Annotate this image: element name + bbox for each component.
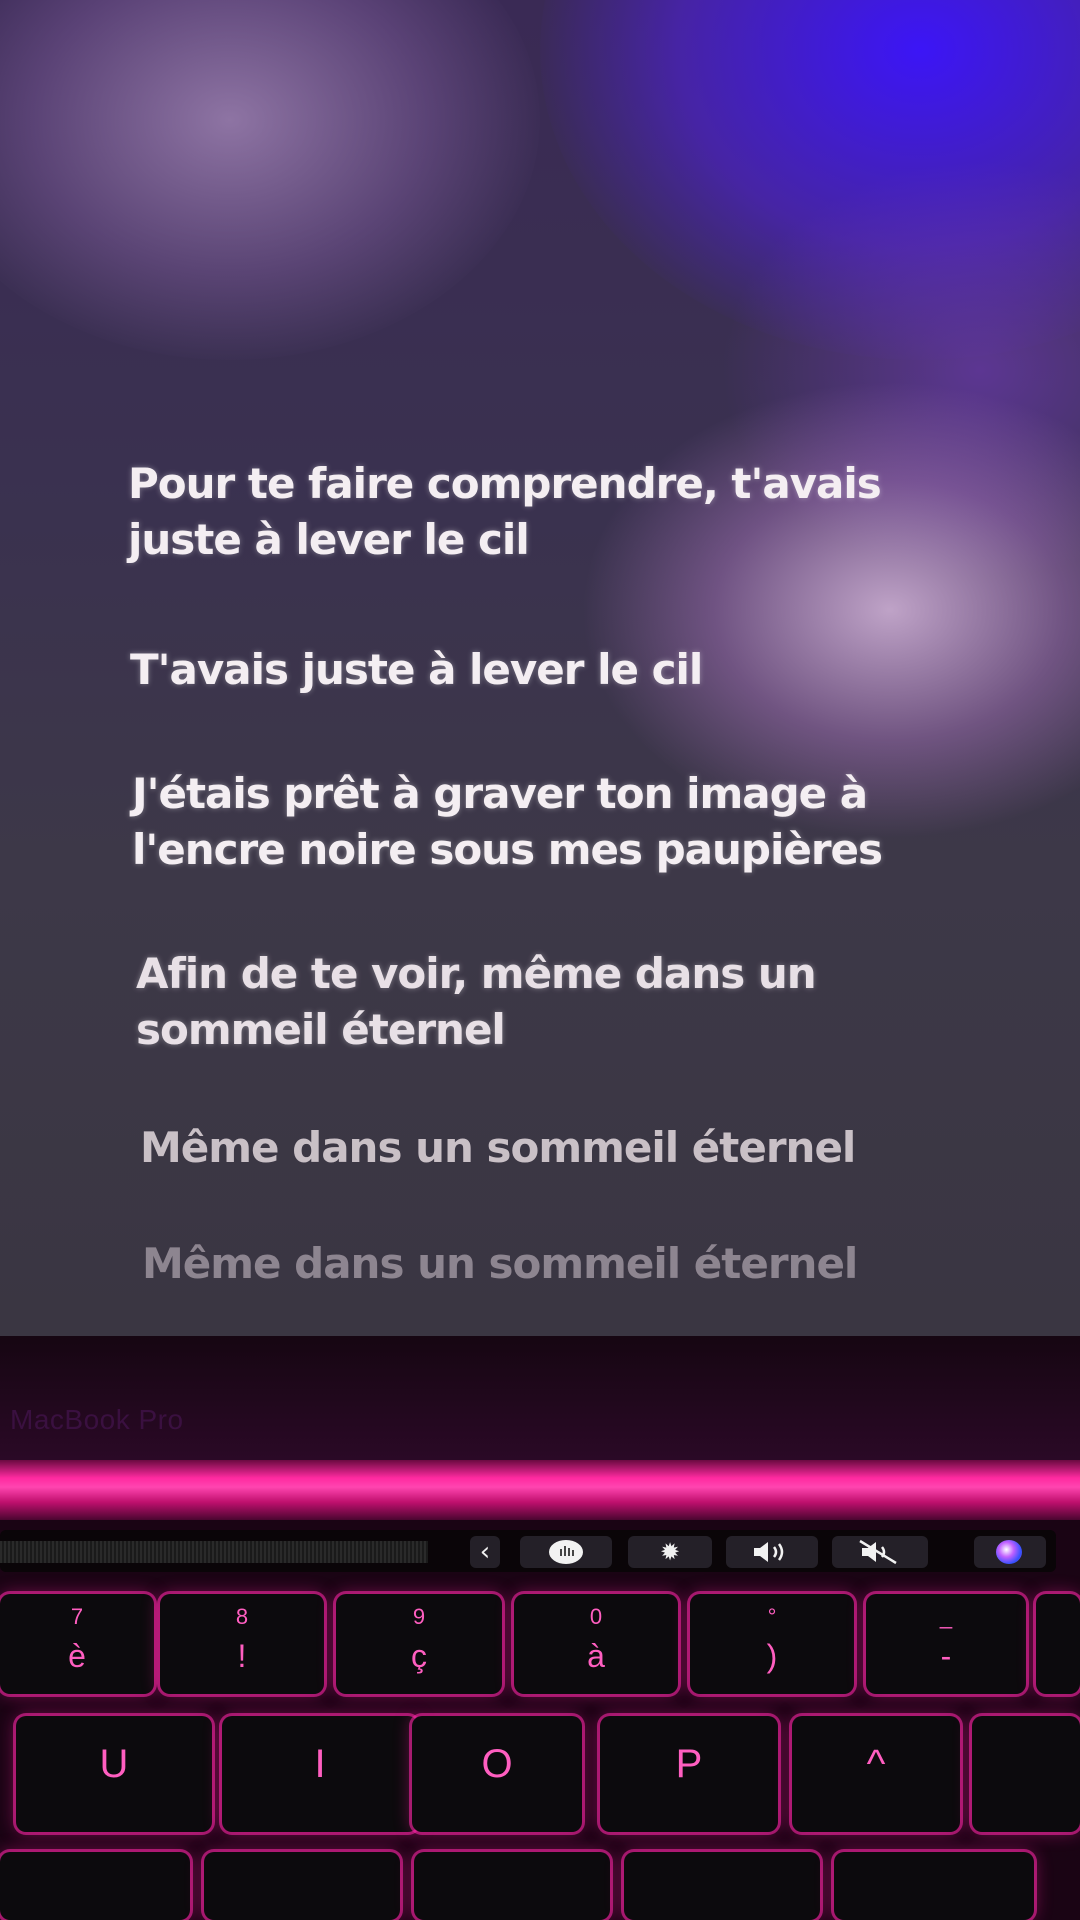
key-l[interactable] bbox=[414, 1852, 610, 1920]
key-equals[interactable] bbox=[1036, 1594, 1080, 1694]
mute-icon bbox=[859, 1539, 897, 1565]
key-minus[interactable]: _ - bbox=[866, 1594, 1026, 1694]
key-i[interactable]: I bbox=[222, 1716, 418, 1832]
key-k[interactable] bbox=[204, 1852, 400, 1920]
lyric-line[interactable]: Même dans un sommeil éternel bbox=[140, 1120, 856, 1176]
touch-bar-volume-button[interactable] bbox=[726, 1536, 818, 1568]
lyric-line[interactable]: T'avais juste à lever le cil bbox=[130, 642, 703, 698]
touch-bar-siri-orb-button[interactable] bbox=[974, 1536, 1046, 1568]
lyrics-view: Pour te faire comprendre, t'avais juste … bbox=[0, 0, 1080, 1336]
lyric-line[interactable]: Afin de te voir, même dans un sommeil ét… bbox=[136, 946, 817, 1058]
key-o[interactable]: O bbox=[412, 1716, 582, 1832]
touch-bar-brightness-button[interactable]: ✹ bbox=[628, 1536, 712, 1568]
volume-icon bbox=[754, 1542, 784, 1562]
key-percent[interactable] bbox=[834, 1852, 1034, 1920]
key-p[interactable]: P bbox=[600, 1716, 778, 1832]
lyric-line-current[interactable]: J'étais prêt à graver ton image à l'encr… bbox=[132, 766, 883, 878]
touch-bar-back-button[interactable]: ‹ bbox=[470, 1536, 500, 1568]
key-9[interactable]: 9 ç bbox=[336, 1594, 502, 1694]
laptop-screen: Pour te faire comprendre, t'avais juste … bbox=[0, 0, 1080, 1336]
laptop-brand-label: MacBook Pro bbox=[10, 1404, 184, 1435]
lyric-line[interactable]: Même dans un sommeil éternel bbox=[142, 1236, 858, 1292]
siri-orb-icon bbox=[996, 1540, 1022, 1564]
key-8[interactable]: 8 ! bbox=[160, 1594, 324, 1694]
lyric-line[interactable]: Pour te faire comprendre, t'avais juste … bbox=[128, 456, 882, 568]
siri-icon bbox=[549, 1540, 583, 1564]
key-m[interactable] bbox=[624, 1852, 820, 1920]
screen-bezel bbox=[0, 1336, 1080, 1460]
key-j[interactable] bbox=[0, 1852, 190, 1920]
chevron-left-icon: ‹ bbox=[479, 1537, 491, 1567]
brightness-icon: ✹ bbox=[659, 1538, 681, 1566]
key-7[interactable]: 7 è bbox=[0, 1594, 154, 1694]
touch-bar-siri-button[interactable] bbox=[520, 1536, 612, 1568]
key-dollar[interactable] bbox=[972, 1716, 1080, 1832]
key-0[interactable]: 0 à bbox=[514, 1594, 678, 1694]
laptop-hinge bbox=[0, 1460, 1080, 1520]
touch-bar-mute-button[interactable] bbox=[832, 1536, 928, 1568]
key-u[interactable]: U bbox=[16, 1716, 212, 1832]
key-caret[interactable]: ^ bbox=[792, 1716, 960, 1832]
touch-bar-scrubber[interactable] bbox=[0, 1541, 428, 1563]
key-degree[interactable]: ° ) bbox=[690, 1594, 854, 1694]
